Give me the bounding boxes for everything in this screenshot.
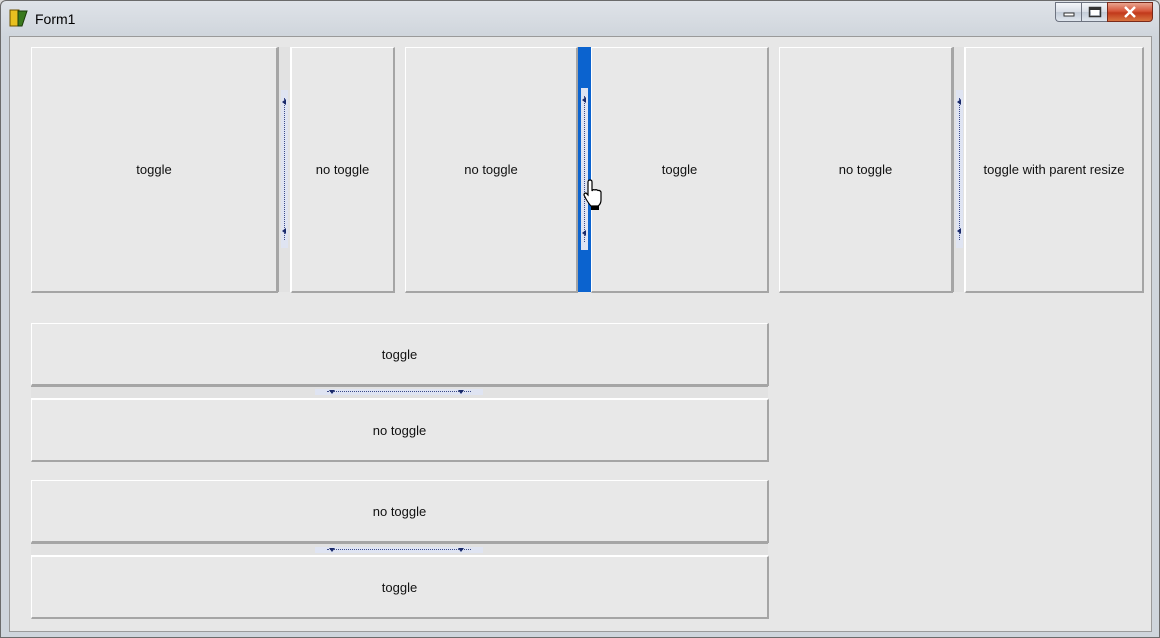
grip-dots — [327, 549, 471, 550]
panel-no-toggle-right[interactable]: no toggle — [291, 47, 395, 293]
panel-label: no toggle — [838, 162, 893, 177]
collapse-arrow-icon[interactable] — [458, 390, 464, 394]
collapse-arrow-icon[interactable] — [329, 390, 335, 394]
panel-label: toggle with parent resize — [983, 162, 1125, 177]
panel-label: no toggle — [464, 162, 518, 177]
panel-toggle-right[interactable]: toggle — [591, 47, 769, 293]
splitter-grip[interactable] — [315, 389, 483, 395]
caption-buttons — [1055, 2, 1153, 24]
grip-dots — [584, 96, 585, 242]
grip-dots — [284, 98, 285, 240]
grip-dots — [327, 391, 471, 392]
panel-toggle-top[interactable]: toggle — [31, 323, 769, 386]
collapse-arrow-icon[interactable] — [282, 228, 286, 234]
app-icon — [9, 9, 28, 27]
hand-cursor-icon — [583, 179, 602, 210]
collapse-arrow-icon[interactable] — [957, 99, 961, 105]
panel-toggle-bottom[interactable]: toggle — [31, 556, 769, 619]
collapse-arrow-icon[interactable] — [329, 548, 335, 552]
collapse-arrow-icon[interactable] — [458, 548, 464, 552]
panel-toggle-parent-resize[interactable]: toggle with parent resize — [965, 47, 1144, 293]
collapse-arrow-icon[interactable] — [582, 97, 586, 103]
panel-label: toggle — [661, 162, 698, 177]
splitter-5[interactable] — [31, 543, 768, 556]
splitter-grip[interactable] — [956, 90, 963, 248]
close-icon — [1124, 6, 1136, 18]
title-bar[interactable]: Form1 — [1, 1, 1159, 35]
window-title: Form1 — [35, 11, 76, 27]
panel-no-toggle-top[interactable]: no toggle — [31, 480, 769, 543]
panel-label: no toggle — [372, 422, 427, 438]
splitter-grip[interactable] — [315, 547, 483, 553]
maximize-icon — [1088, 6, 1101, 18]
splitter-4[interactable] — [31, 386, 768, 399]
splitter-3[interactable] — [953, 47, 965, 292]
panel-label: toggle — [136, 162, 172, 177]
panel-no-toggle-left[interactable]: no toggle — [779, 47, 953, 293]
collapse-arrow-icon[interactable] — [282, 99, 286, 105]
grip-dots — [959, 98, 960, 240]
minimize-icon — [1063, 12, 1074, 17]
app-window: Form1 toggle no toggle no toggle toggle … — [0, 0, 1160, 638]
splitter-grip[interactable] — [581, 88, 588, 250]
panel-label: no toggle — [315, 162, 370, 177]
panel-label: toggle — [381, 346, 418, 362]
minimize-button[interactable] — [1055, 2, 1081, 22]
splitter-1[interactable] — [278, 47, 291, 292]
collapse-arrow-icon[interactable] — [582, 230, 586, 236]
panel-no-toggle-bottom[interactable]: no toggle — [31, 399, 769, 462]
panel-toggle-left[interactable]: toggle — [31, 47, 278, 293]
form-client-area: toggle no toggle no toggle toggle no tog… — [9, 36, 1152, 632]
splitter-grip[interactable] — [281, 90, 288, 248]
close-button[interactable] — [1107, 2, 1153, 22]
panel-label: no toggle — [372, 503, 427, 519]
collapse-arrow-icon[interactable] — [957, 228, 961, 234]
maximize-button[interactable] — [1081, 2, 1107, 22]
panel-label: toggle — [381, 579, 418, 595]
panel-no-toggle-left[interactable]: no toggle — [405, 47, 578, 293]
splitter-2-active[interactable] — [578, 47, 591, 292]
